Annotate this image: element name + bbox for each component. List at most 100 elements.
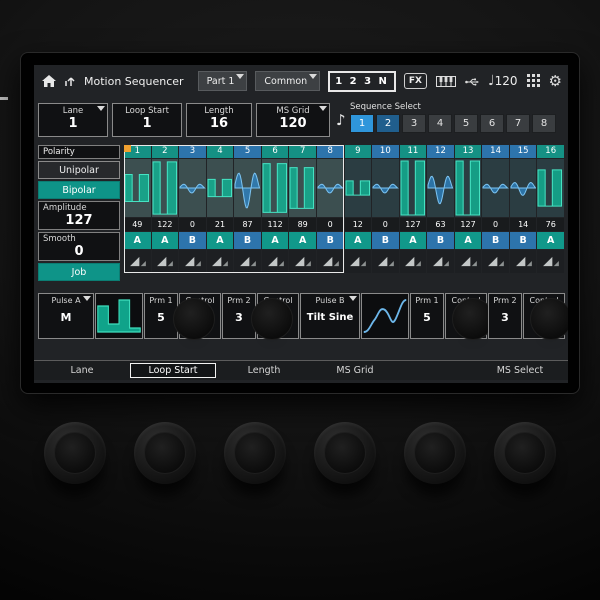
sequence-select-button-7[interactable]: 7 — [506, 114, 530, 133]
step-curve-button[interactable] — [510, 250, 537, 273]
step-value[interactable]: 127 — [400, 218, 427, 231]
step-value[interactable]: 12 — [345, 218, 372, 231]
unipolar-button[interactable]: Unipolar — [38, 161, 120, 179]
step-value[interactable]: 89 — [289, 218, 316, 231]
step-value[interactable]: 127 — [455, 218, 482, 231]
step-curve-button[interactable] — [317, 250, 344, 273]
step-value[interactable]: 0 — [179, 218, 206, 231]
step-curve-button[interactable] — [152, 250, 179, 273]
step-waveform[interactable] — [372, 159, 399, 217]
fx-icon[interactable]: FX — [404, 73, 427, 89]
pulse-b-select[interactable]: Pulse B Tilt Sine — [300, 293, 360, 339]
step-type-button[interactable]: B — [510, 232, 537, 249]
step-curve-button[interactable] — [207, 250, 234, 273]
length-param[interactable]: Length 16 — [186, 103, 252, 137]
step-waveform[interactable] — [400, 159, 427, 217]
step-value[interactable]: 0 — [372, 218, 399, 231]
step-curve-button[interactable] — [234, 250, 261, 273]
common-select-button[interactable]: Common — [255, 71, 320, 91]
step-waveform[interactable] — [455, 159, 482, 217]
step-waveform[interactable] — [427, 159, 454, 217]
step-curve-button[interactable] — [262, 250, 289, 273]
step-waveform[interactable] — [317, 159, 344, 217]
step-curve-button[interactable] — [179, 250, 206, 273]
smooth-param[interactable]: Smooth 0 — [38, 232, 120, 261]
sequence-select-button-4[interactable]: 4 — [428, 114, 452, 133]
step-type-button[interactable]: A — [455, 232, 482, 249]
bottom-tab-ms-select[interactable]: MS Select — [477, 363, 563, 378]
grid-menu-icon[interactable] — [527, 72, 540, 91]
sequence-select-button-2[interactable]: 2 — [376, 114, 400, 133]
step-value[interactable]: 0 — [317, 218, 344, 231]
step-type-button[interactable]: A — [400, 232, 427, 249]
step-waveform[interactable] — [345, 159, 372, 217]
step-type-button[interactable]: A — [537, 232, 564, 249]
step-type-button[interactable]: A — [345, 232, 372, 249]
rotary-knob-5[interactable] — [404, 422, 466, 484]
step-value[interactable]: 112 — [262, 218, 289, 231]
step-value[interactable]: 49 — [124, 218, 151, 231]
pulse-b-prm1[interactable]: Prm 1 5 — [410, 293, 444, 339]
step-curve-button[interactable] — [400, 250, 427, 273]
step-waveform[interactable] — [179, 159, 206, 217]
step-value[interactable]: 63 — [427, 218, 454, 231]
ms-grid-param[interactable]: MS Grid 120 — [256, 103, 330, 137]
pulse-a-control2-toggle[interactable] — [265, 312, 292, 326]
job-button[interactable]: Job — [38, 263, 120, 281]
lane-param[interactable]: Lane 1 — [38, 103, 108, 137]
step-curve-button[interactable] — [427, 250, 454, 273]
step-curve-button[interactable] — [482, 250, 509, 273]
sequence-select-button-1[interactable]: 1 — [350, 114, 374, 133]
step-curve-button[interactable] — [372, 250, 399, 273]
step-value[interactable]: 122 — [152, 218, 179, 231]
step-waveform[interactable] — [262, 159, 289, 217]
rotary-knob-6[interactable] — [494, 422, 556, 484]
step-waveform[interactable] — [207, 159, 234, 217]
step-curve-button[interactable] — [345, 250, 372, 273]
bottom-tab-lane[interactable]: Lane — [39, 363, 125, 378]
step-value[interactable]: 21 — [207, 218, 234, 231]
step-type-button[interactable]: A — [207, 232, 234, 249]
step-type-button[interactable]: B — [317, 232, 344, 249]
step-curve-button[interactable] — [537, 250, 564, 273]
rotary-knob-2[interactable] — [134, 422, 196, 484]
step-waveform[interactable] — [152, 159, 179, 217]
bottom-tab-length[interactable]: Length — [221, 363, 307, 378]
scene-indicator[interactable]: 1 2 3 N — [328, 71, 396, 92]
step-waveform[interactable] — [124, 159, 151, 217]
step-value[interactable]: 0 — [482, 218, 509, 231]
gear-icon[interactable]: ⚙ — [549, 74, 562, 89]
pulse-b-control1-toggle[interactable] — [453, 312, 480, 326]
bipolar-button[interactable]: Bipolar — [38, 181, 120, 199]
step-curve-button[interactable] — [124, 250, 151, 273]
bottom-tab-ms-grid[interactable]: MS Grid — [312, 363, 398, 378]
rotary-knob-1[interactable] — [44, 422, 106, 484]
step-type-button[interactable]: A — [289, 232, 316, 249]
bottom-tab-loop-start[interactable]: Loop Start — [130, 363, 216, 378]
step-curve-button[interactable] — [455, 250, 482, 273]
step-type-button[interactable]: B — [179, 232, 206, 249]
step-type-button[interactable]: B — [372, 232, 399, 249]
step-waveform[interactable] — [482, 159, 509, 217]
part-select-button[interactable]: Part 1 — [198, 71, 248, 91]
step-value[interactable]: 87 — [234, 218, 261, 231]
sequence-select-button-3[interactable]: 3 — [402, 114, 426, 133]
loop-start-param[interactable]: Loop Start 1 — [112, 103, 182, 137]
amplitude-param[interactable]: Amplitude 127 — [38, 201, 120, 230]
step-curve-button[interactable] — [289, 250, 316, 273]
step-type-button[interactable]: B — [482, 232, 509, 249]
step-type-button[interactable]: A — [124, 232, 151, 249]
sequence-select-button-6[interactable]: 6 — [480, 114, 504, 133]
step-type-button[interactable]: A — [152, 232, 179, 249]
sequence-select-button-5[interactable]: 5 — [454, 114, 478, 133]
rotary-knob-4[interactable] — [314, 422, 376, 484]
step-type-button[interactable]: B — [234, 232, 261, 249]
step-type-button[interactable]: B — [427, 232, 454, 249]
pulse-b-prm2[interactable]: Prm 2 3 — [488, 293, 522, 339]
pulse-b-control2-toggle[interactable] — [531, 312, 558, 326]
step-waveform[interactable] — [234, 159, 261, 217]
home-icon[interactable] — [42, 72, 56, 91]
step-value[interactable]: 76 — [537, 218, 564, 231]
step-value[interactable]: 14 — [510, 218, 537, 231]
pulse-a-control1-toggle[interactable] — [187, 312, 214, 326]
